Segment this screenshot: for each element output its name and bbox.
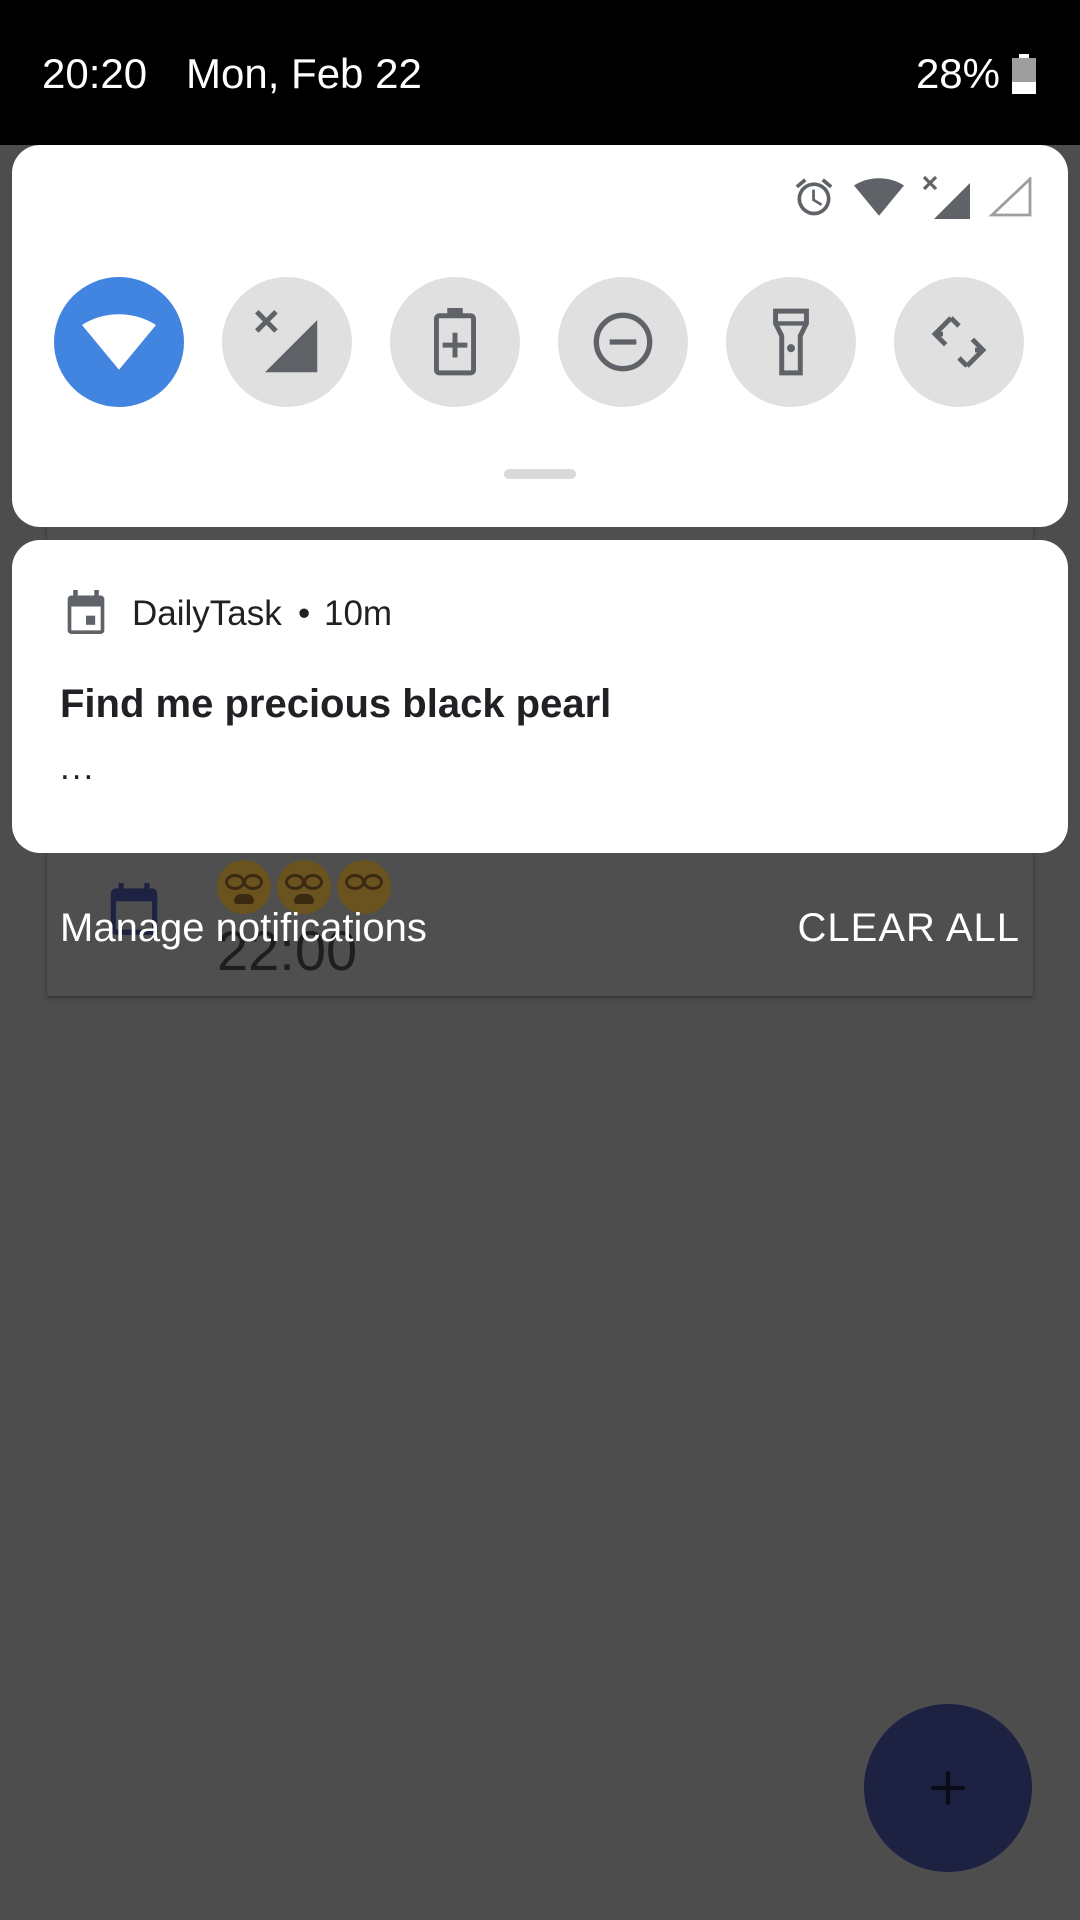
notification-card[interactable]: DailyTask • 10m Find me precious black p… — [12, 540, 1068, 853]
quick-settings-panel — [12, 145, 1068, 527]
notification-text: ... — [60, 748, 96, 787]
qs-status-icons — [792, 175, 1032, 219]
do-not-disturb-icon — [593, 312, 653, 372]
status-bar: 20:20 Mon, Feb 22 28% — [0, 0, 1080, 145]
clear-all-button[interactable]: CLEAR ALL — [798, 906, 1020, 951]
wifi-tile[interactable] — [54, 277, 184, 407]
do-not-disturb-tile[interactable] — [558, 277, 688, 407]
notification-app-name: DailyTask — [132, 594, 282, 633]
mobile-data-off-icon — [254, 309, 318, 373]
battery-icon — [1012, 54, 1036, 94]
auto-rotate-tile[interactable] — [894, 277, 1024, 407]
notification-separator: • — [298, 594, 311, 633]
notification-time: 10m — [324, 594, 393, 633]
manage-notifications-button[interactable]: Manage notifications — [60, 906, 427, 951]
battery-saver-tile[interactable] — [390, 277, 520, 407]
add-task-button — [864, 1704, 1032, 1872]
notification-title: Find me precious black pearl — [60, 682, 612, 726]
auto-rotate-icon — [931, 316, 987, 368]
wifi-icon — [854, 177, 904, 217]
status-time: 20:20 — [42, 50, 148, 97]
mobile-data-tile[interactable] — [222, 277, 352, 407]
wifi-icon — [82, 314, 156, 370]
plus-icon — [931, 1771, 965, 1805]
status-date: Mon, Feb 22 — [186, 50, 422, 97]
alarm-icon — [792, 175, 836, 219]
flashlight-icon — [773, 308, 809, 376]
signal-empty-icon — [988, 177, 1032, 217]
flashlight-tile[interactable] — [726, 277, 856, 407]
mobile-signal-no-data-icon — [922, 175, 970, 219]
battery-saver-icon — [433, 308, 477, 376]
qs-expand-handle[interactable] — [504, 469, 576, 479]
calendar-icon — [67, 590, 105, 634]
battery-percentage: 28% — [915, 50, 1000, 97]
